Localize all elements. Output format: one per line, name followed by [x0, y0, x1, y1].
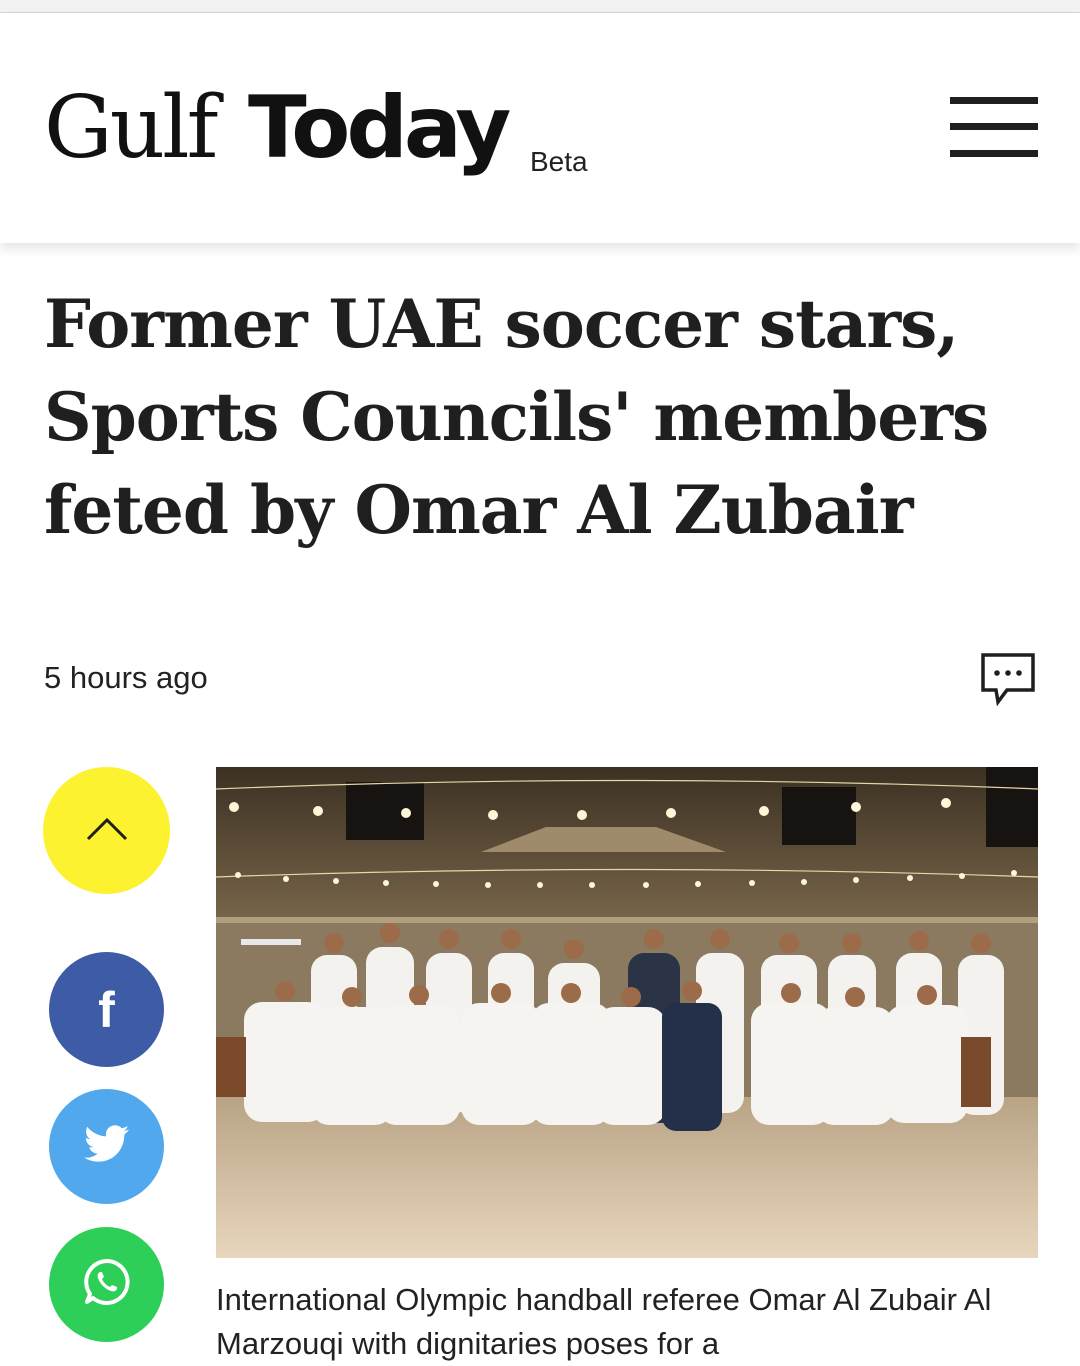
logo-wordmark-gulf: Gulf	[44, 78, 218, 178]
scroll-to-top-button[interactable]	[43, 767, 170, 894]
logo-wordmark-today: Today	[248, 78, 511, 178]
logo-beta-badge: Beta	[530, 146, 588, 177]
hamburger-menu-icon[interactable]	[950, 97, 1038, 159]
share-whatsapp-button[interactable]	[49, 1227, 164, 1342]
share-twitter-button[interactable]	[49, 1089, 164, 1204]
whatsapp-icon	[81, 1256, 133, 1313]
twitter-bird-icon	[83, 1125, 130, 1168]
menu-bar-middle	[950, 123, 1038, 130]
facebook-icon: f	[98, 981, 115, 1038]
article-timestamp: 5 hours ago	[44, 660, 208, 695]
chevron-up-icon	[86, 815, 128, 846]
article-photo	[216, 767, 1038, 1258]
browser-top-strip	[0, 0, 1080, 13]
menu-bar-bottom	[950, 150, 1038, 157]
comment-bubble-icon[interactable]	[980, 652, 1036, 707]
image-caption: International Olympic handball referee O…	[216, 1282, 992, 1361]
menu-bar-top	[950, 97, 1038, 104]
share-facebook-button[interactable]: f	[49, 952, 164, 1067]
article-headline: Former UAE soccer stars, Sports Councils…	[44, 285, 989, 549]
site-header: Gulf Today Beta	[0, 13, 1080, 243]
